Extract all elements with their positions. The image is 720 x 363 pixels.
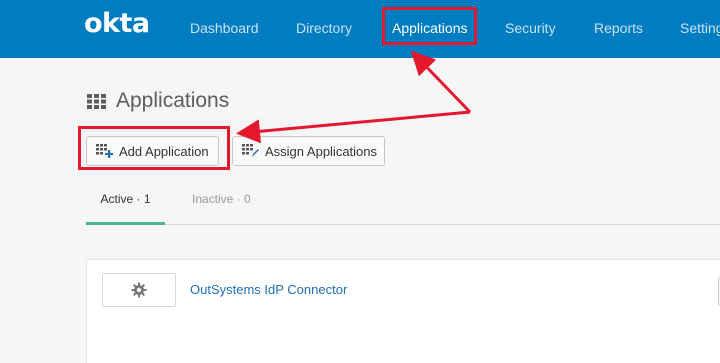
nav-item-dashboard[interactable]: Dashboard [190,20,259,36]
page-title: Applications [116,89,230,112]
nav-item-reports[interactable]: Reports [594,20,643,36]
nav-item-settings[interactable]: Settings [680,20,720,36]
top-nav-bar: okta Dashboard Directory Applications Se… [0,0,720,58]
okta-logo[interactable]: okta [84,8,150,39]
app-name-link[interactable]: OutSystems IdP Connector [190,282,347,297]
nav-item-directory[interactable]: Directory [296,20,352,36]
tabs-divider [86,224,720,225]
tab-inactive[interactable]: Inactive · 0 [192,192,251,206]
annotation-highlight-applications-nav [382,7,477,45]
applications-grid-icon [87,94,106,109]
assign-app-icon [242,144,259,157]
assign-applications-label: Assign Applications [265,143,378,159]
assign-applications-button[interactable]: Assign Applications [232,136,385,166]
app-list-item [86,259,720,363]
app-logo[interactable] [102,273,176,307]
nav-item-security[interactable]: Security [505,20,556,36]
gear-icon [131,282,147,298]
active-tab-indicator [86,222,165,225]
annotation-highlight-add-application [78,126,230,170]
tab-active[interactable]: Active · 1 [86,192,165,206]
